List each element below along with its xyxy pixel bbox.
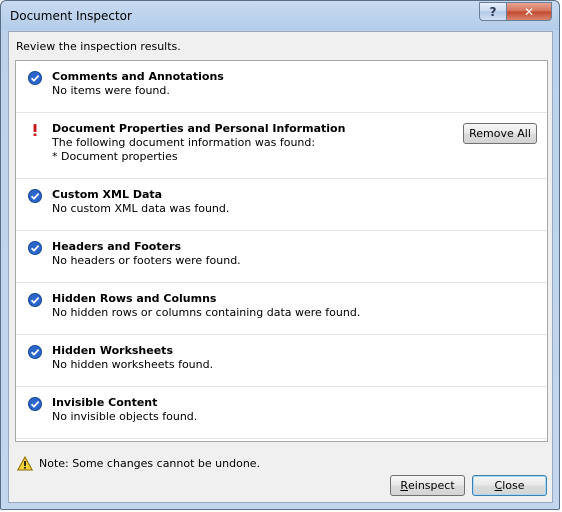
window-close-button[interactable]: ✕ [506, 2, 552, 21]
item-description: No headers or footers were found. [52, 254, 241, 267]
item-description: No invisible objects found. [52, 410, 198, 423]
warning-icon [17, 456, 33, 471]
close-mnemonic: C [494, 479, 503, 492]
close-icon: ✕ [523, 4, 535, 19]
undo-warning-note: Note: Some changes cannot be undone. [17, 456, 260, 471]
close-button[interactable]: Close [472, 475, 547, 496]
result-hidden-worksheets: Hidden Worksheets No hidden worksheets f… [16, 335, 547, 387]
result-invisible-content: Invisible Content No invisible objects f… [16, 387, 547, 439]
note-text: Note: Some changes cannot be undone. [39, 457, 261, 470]
item-description: No hidden rows or columns containing dat… [52, 306, 361, 319]
result-custom-xml: Custom XML Data No custom XML data was f… [16, 179, 547, 231]
item-description: No items were found. [52, 84, 170, 97]
check-icon [28, 71, 42, 85]
remove-all-button[interactable]: Remove All [463, 123, 537, 144]
item-description: No hidden worksheets found. [52, 358, 214, 371]
reinspect-label: einspect [408, 479, 455, 492]
check-icon [28, 345, 42, 359]
result-headers-footers: Headers and Footers No headers or footer… [16, 231, 547, 283]
help-button[interactable]: ? [479, 2, 507, 21]
document-inspector-window: Document Inspector ? ✕ Review the inspec… [0, 0, 560, 510]
dialog-body: Review the inspection results. Comments … [8, 31, 553, 503]
check-icon [28, 293, 42, 307]
exclamation-icon [33, 124, 37, 136]
check-icon [28, 397, 42, 411]
window-title: Document Inspector [10, 9, 132, 23]
reinspect-button[interactable]: Reinspect [390, 475, 465, 496]
title-bar[interactable]: Document Inspector ? ✕ [1, 1, 559, 31]
item-title: Comments and Annotations [52, 70, 224, 83]
help-icon: ? [489, 4, 497, 19]
item-title: Hidden Worksheets [52, 344, 173, 357]
item-found-detail: * Document properties [52, 150, 178, 163]
item-description: No custom XML data was found. [52, 202, 230, 215]
reinspect-mnemonic: R [400, 479, 408, 492]
result-hidden-rows-columns: Hidden Rows and Columns No hidden rows o… [16, 283, 547, 335]
item-title: Invisible Content [52, 396, 158, 409]
result-comments-annotations: Comments and Annotations No items were f… [16, 61, 547, 113]
item-title: Custom XML Data [52, 188, 163, 201]
item-title: Headers and Footers [52, 240, 182, 253]
item-title: Hidden Rows and Columns [52, 292, 217, 305]
check-icon [28, 241, 42, 255]
close-label: lose [502, 479, 525, 492]
check-icon [28, 189, 42, 203]
instruction-text: Review the inspection results. [16, 40, 181, 53]
inspection-results-list[interactable]: Comments and Annotations No items were f… [15, 60, 548, 442]
